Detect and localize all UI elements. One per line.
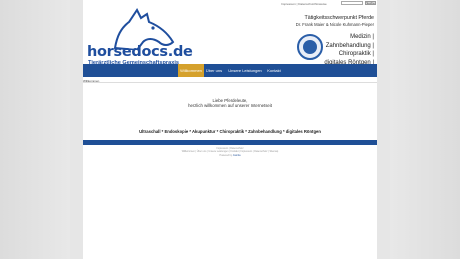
service-chiropraktik: Chiropraktik | <box>338 51 374 58</box>
divider <box>83 82 377 83</box>
nav-item-leistungen[interactable]: Unsere Leistungen <box>226 64 264 77</box>
main-nav: Willkommen Über uns Unsere Leistungen Ko… <box>83 64 377 77</box>
services-list: Medizin | Zahnbehandlung | Chiropraktik … <box>324 33 374 68</box>
footer-links-sitemap[interactable]: Willkommen | Über uns | Unsere Leistunge… <box>83 150 377 153</box>
footer-powered: Powered by Joomla <box>83 154 377 157</box>
search-input[interactable] <box>341 1 363 5</box>
service-zahnbehandlung: Zahnbehandlung | <box>325 42 374 49</box>
nav-item-ueber-uns[interactable]: Über uns <box>204 64 224 77</box>
background-right <box>390 0 460 259</box>
footer-bar <box>83 140 377 145</box>
joomla-link[interactable]: Joomla <box>233 154 241 157</box>
nav-item-kontakt[interactable]: Kontakt <box>264 64 284 77</box>
nav-item-willkommen[interactable]: Willkommen <box>178 64 204 77</box>
search-button[interactable]: Suche <box>365 1 376 5</box>
top-links[interactable]: Impressum | Datenschutzhinweise <box>281 2 327 6</box>
practice-seal-icon <box>297 34 323 60</box>
background-left <box>0 0 70 259</box>
powered-by-label: Powered by <box>219 154 233 157</box>
doctors-names: Dr. Frank Maier & Nicole Kuhmann-Pieper <box>295 22 374 27</box>
logo-text: horsedocs.de <box>87 44 193 60</box>
seal-center <box>303 40 317 54</box>
welcome-message: herzlich willkommen auf unserer Internet… <box>188 103 272 108</box>
site-logo[interactable]: horsedocs.de Tierärztliche Gemeinschafts… <box>85 8 200 66</box>
page-container: horsedocs.de Tierärztliche Gemeinschafts… <box>83 0 377 259</box>
focus-title: Tätigkeitsschwerpunkt Pferde <box>304 15 374 21</box>
service-medizin: Medizin | <box>350 34 374 40</box>
services-line: Ultraschall * Endoskopie * Akupunktur * … <box>139 129 321 134</box>
